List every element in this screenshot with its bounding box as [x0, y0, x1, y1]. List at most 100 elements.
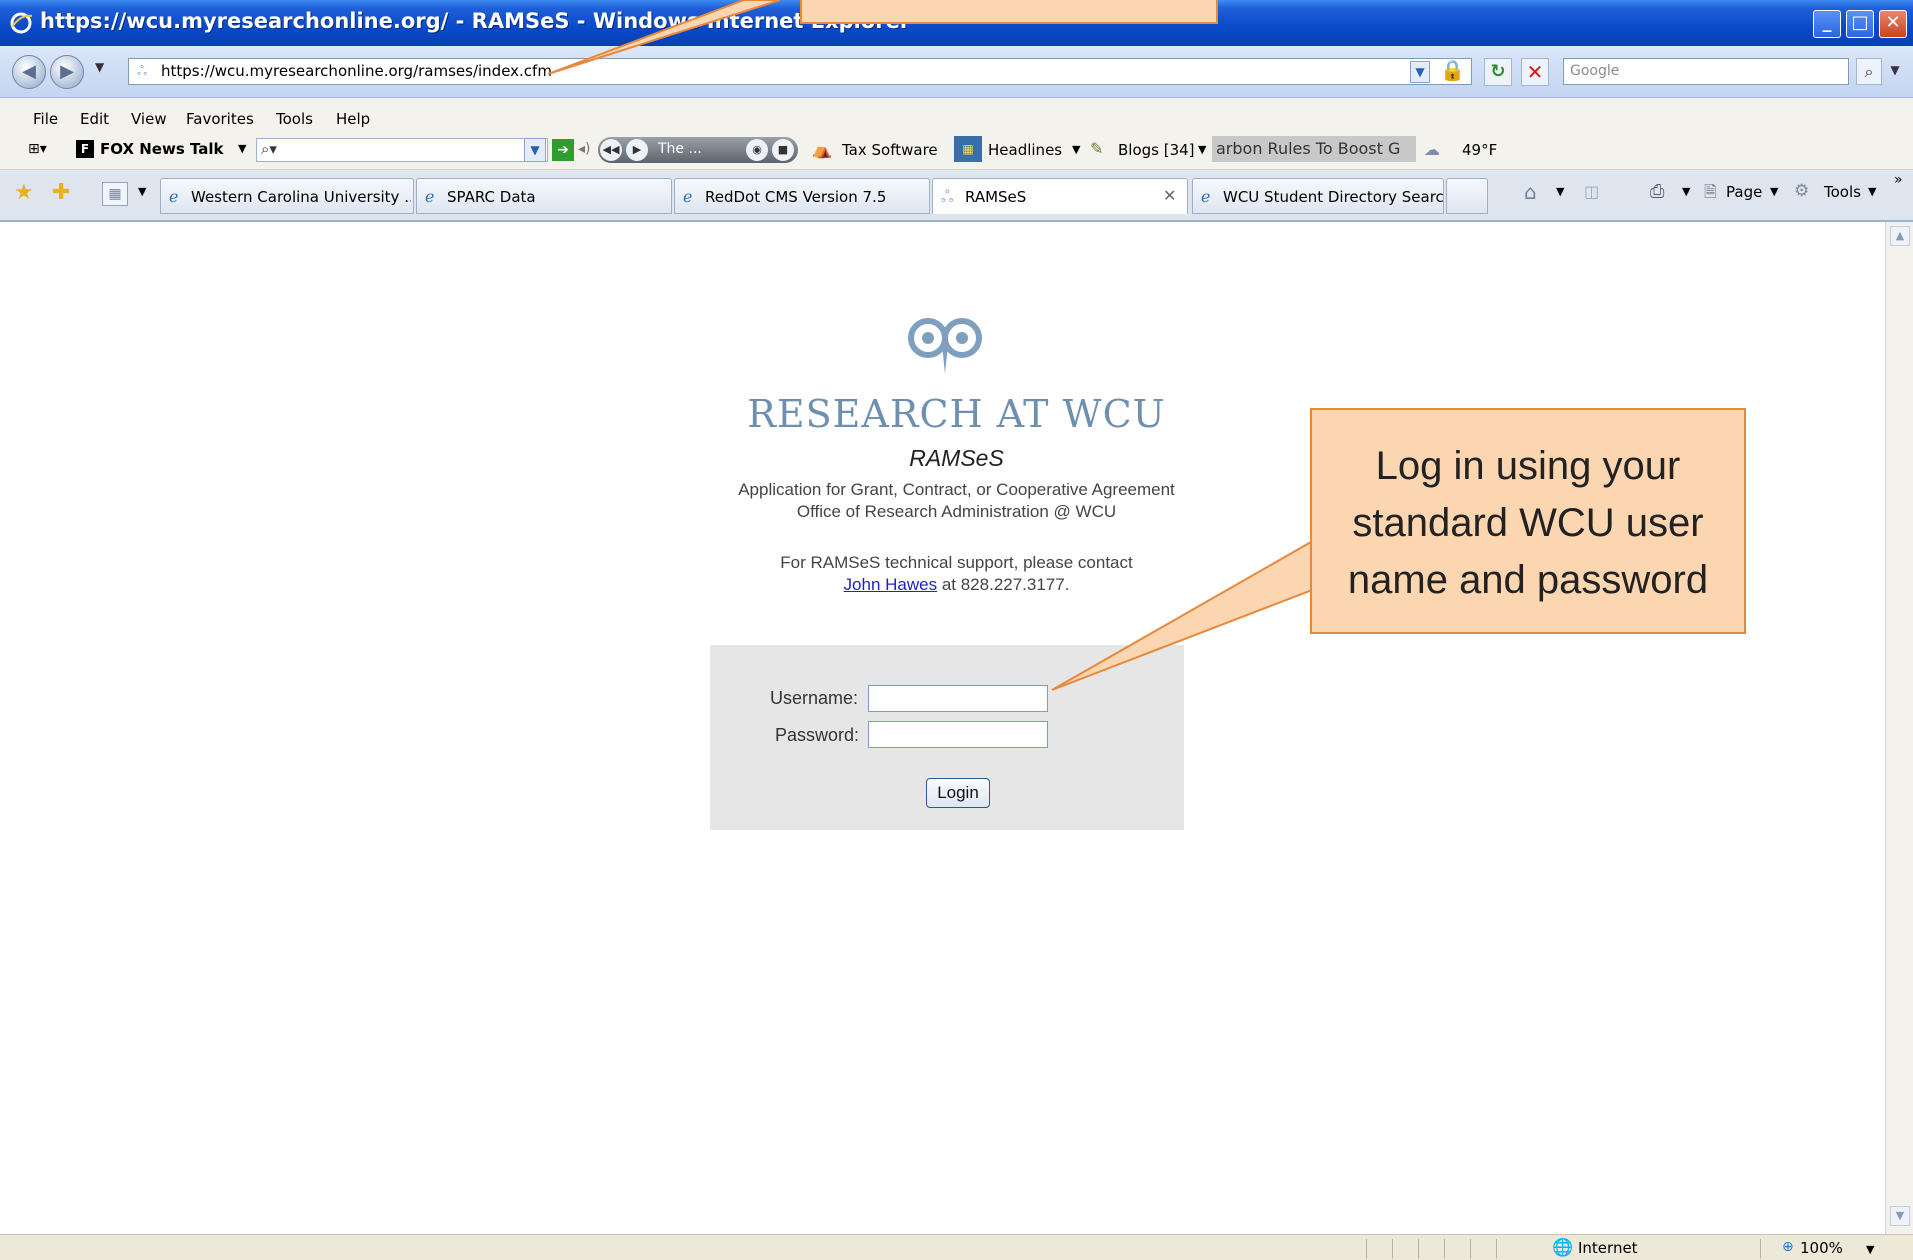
- tab-western-carolina[interactable]: ℯ Western Carolina University ...: [160, 178, 414, 214]
- username-label: Username:: [770, 688, 859, 708]
- headlines-link[interactable]: Headlines: [988, 141, 1062, 159]
- login-callout-line: standard WCU user: [1352, 501, 1704, 545]
- status-divider: [1418, 1239, 1419, 1259]
- toolbar-search-input[interactable]: ⌕▾: [256, 138, 548, 162]
- chevron-overflow-icon[interactable]: »: [1894, 172, 1903, 188]
- tools-dropdown-icon[interactable]: ▼: [1868, 185, 1876, 198]
- ie-page-icon: ℯ: [1201, 187, 1211, 206]
- speaker-icon[interactable]: ◂): [578, 141, 591, 157]
- address-field[interactable]: ஃ https://wcu.myresearchonline.org/ramse…: [128, 58, 1472, 85]
- tab-wcu-student-directory[interactable]: ℯ WCU Student Directory Search: [1192, 178, 1444, 214]
- page-icon: 🗎: [1704, 182, 1717, 201]
- menu-tools[interactable]: Tools: [276, 110, 313, 128]
- scroll-up-icon[interactable]: ▲: [1890, 226, 1910, 246]
- close-window-button[interactable]: ✕: [1879, 10, 1907, 38]
- status-divider: [1496, 1239, 1497, 1259]
- tab-sparc-data[interactable]: ℯ SPARC Data: [416, 178, 672, 214]
- password-input[interactable]: [868, 721, 1048, 748]
- search-input[interactable]: Google: [1563, 58, 1849, 85]
- toolbar-expand-icon[interactable]: ⊞▾: [28, 141, 47, 157]
- menu-help[interactable]: Help: [336, 110, 370, 128]
- tab-reddot-cms[interactable]: ℯ RedDot CMS Version 7.5: [674, 178, 930, 214]
- fox-news-label[interactable]: FOX News Talk: [100, 140, 224, 158]
- search-icon[interactable]: ⌕: [1856, 58, 1882, 85]
- page-menu-button[interactable]: Page: [1726, 183, 1762, 201]
- login-callout-line: Log in using your: [1375, 444, 1681, 488]
- print-dropdown-icon[interactable]: ▼: [1682, 185, 1690, 198]
- news-ticker[interactable]: arbon Rules To Boost G: [1212, 136, 1416, 162]
- back-button[interactable]: ◀: [12, 55, 46, 89]
- fox-news-icon: F: [76, 140, 94, 158]
- zoom-icon: ⊕: [1782, 1239, 1794, 1255]
- tax-software-icon: ⛺: [812, 140, 832, 159]
- tab-ramses[interactable]: ஃ RAMSeS ✕: [932, 178, 1188, 214]
- menu-view[interactable]: View: [131, 110, 167, 128]
- status-divider: [1366, 1239, 1367, 1259]
- login-callout-box: Log in using your standard WCU user name…: [1310, 408, 1746, 634]
- login-button[interactable]: Login: [926, 778, 990, 808]
- toolbar-go-button[interactable]: ➔: [552, 139, 574, 161]
- status-divider: [1444, 1239, 1445, 1259]
- home-icon[interactable]: ⌂: [1524, 180, 1537, 204]
- quick-tabs-icon[interactable]: ▦: [102, 182, 128, 206]
- favorites-center-icon[interactable]: ★: [14, 180, 34, 205]
- tools-menu-button[interactable]: Tools: [1824, 183, 1861, 201]
- links-toolbar: ⊞▾ F FOX News Talk ▼ ⌕▾ ▼ ➔ ◂) ◀◀ ▶ The …: [0, 130, 1913, 170]
- status-divider: [1470, 1239, 1471, 1259]
- login-panel: Username: Password: Login: [710, 645, 1184, 830]
- blogs-link[interactable]: Blogs [34]: [1118, 141, 1195, 159]
- tab-list-dropdown-icon[interactable]: ▼: [138, 185, 146, 198]
- site-favicon-icon: ஃ: [137, 64, 148, 79]
- recent-pages-dropdown-icon[interactable]: ▼: [95, 60, 104, 74]
- headlines-icon: ▦: [954, 136, 982, 162]
- media-stop-icon[interactable]: ■: [772, 139, 794, 161]
- address-dropdown-icon[interactable]: ▼: [1410, 61, 1430, 83]
- login-callout-line: name and password: [1347, 558, 1709, 602]
- close-tab-icon[interactable]: ✕: [1163, 186, 1176, 205]
- page-dropdown-icon[interactable]: ▼: [1770, 185, 1778, 198]
- lock-icon[interactable]: 🔒: [1440, 58, 1465, 84]
- menu-edit[interactable]: Edit: [80, 110, 109, 128]
- media-volume-icon[interactable]: ◉: [746, 139, 768, 161]
- maximize-button[interactable]: □: [1846, 10, 1874, 38]
- ie-page-icon: ℯ: [425, 187, 435, 206]
- feeds-icon[interactable]: ◫: [1584, 182, 1599, 201]
- zoom-level[interactable]: 100%: [1800, 1239, 1843, 1257]
- tax-software-link[interactable]: Tax Software: [842, 141, 938, 159]
- fox-dropdown-icon[interactable]: ▼: [238, 142, 246, 155]
- ramses-favicon-icon: ஃ: [941, 187, 954, 206]
- media-play-icon[interactable]: ▶: [626, 139, 648, 161]
- home-dropdown-icon[interactable]: ▼: [1556, 185, 1564, 198]
- internet-explorer-icon: [10, 12, 33, 34]
- window-title: https://wcu.myresearchonline.org/ - RAMS…: [40, 9, 911, 33]
- print-icon[interactable]: ⎙: [1650, 181, 1664, 202]
- add-favorite-icon[interactable]: ✚: [52, 180, 70, 205]
- media-player-control[interactable]: ◀◀ ▶ The ... ◉ ■: [598, 137, 798, 163]
- menu-file[interactable]: File: [33, 110, 58, 128]
- media-rewind-icon[interactable]: ◀◀: [600, 139, 622, 161]
- tab-label: RAMSeS: [965, 188, 1027, 206]
- tab-label: WCU Student Directory Search: [1223, 188, 1443, 206]
- new-tab-button[interactable]: [1446, 178, 1488, 214]
- security-zone: Internet: [1578, 1239, 1638, 1257]
- search-placeholder: Google: [1570, 63, 1620, 79]
- vertical-scrollbar[interactable]: ▲ ▼: [1885, 222, 1913, 1234]
- support-contact-link[interactable]: John Hawes: [844, 575, 938, 594]
- weather-temperature: 49°F: [1462, 141, 1498, 159]
- scroll-down-icon[interactable]: ▼: [1890, 1206, 1910, 1226]
- stop-button[interactable]: ✕: [1521, 58, 1549, 86]
- blogs-dropdown-icon[interactable]: ▼: [1198, 143, 1206, 156]
- menu-favorites[interactable]: Favorites: [186, 110, 254, 128]
- support-phone: at 828.227.3177.: [941, 575, 1070, 594]
- toolbar-search-dropdown-icon[interactable]: ▼: [524, 138, 546, 162]
- research-logo-icon: [908, 318, 982, 374]
- forward-button[interactable]: ▶: [50, 55, 84, 89]
- zoom-dropdown-icon[interactable]: ▼: [1866, 1243, 1874, 1256]
- search-options-dropdown-icon[interactable]: ▼: [1884, 58, 1906, 85]
- username-input[interactable]: [868, 685, 1048, 712]
- minimize-button[interactable]: _: [1813, 10, 1841, 38]
- refresh-button[interactable]: ↻: [1484, 58, 1512, 86]
- ie-page-icon: ℯ: [683, 187, 693, 206]
- headlines-dropdown-icon[interactable]: ▼: [1072, 143, 1080, 156]
- magnifier-icon: ⌕▾: [261, 140, 277, 158]
